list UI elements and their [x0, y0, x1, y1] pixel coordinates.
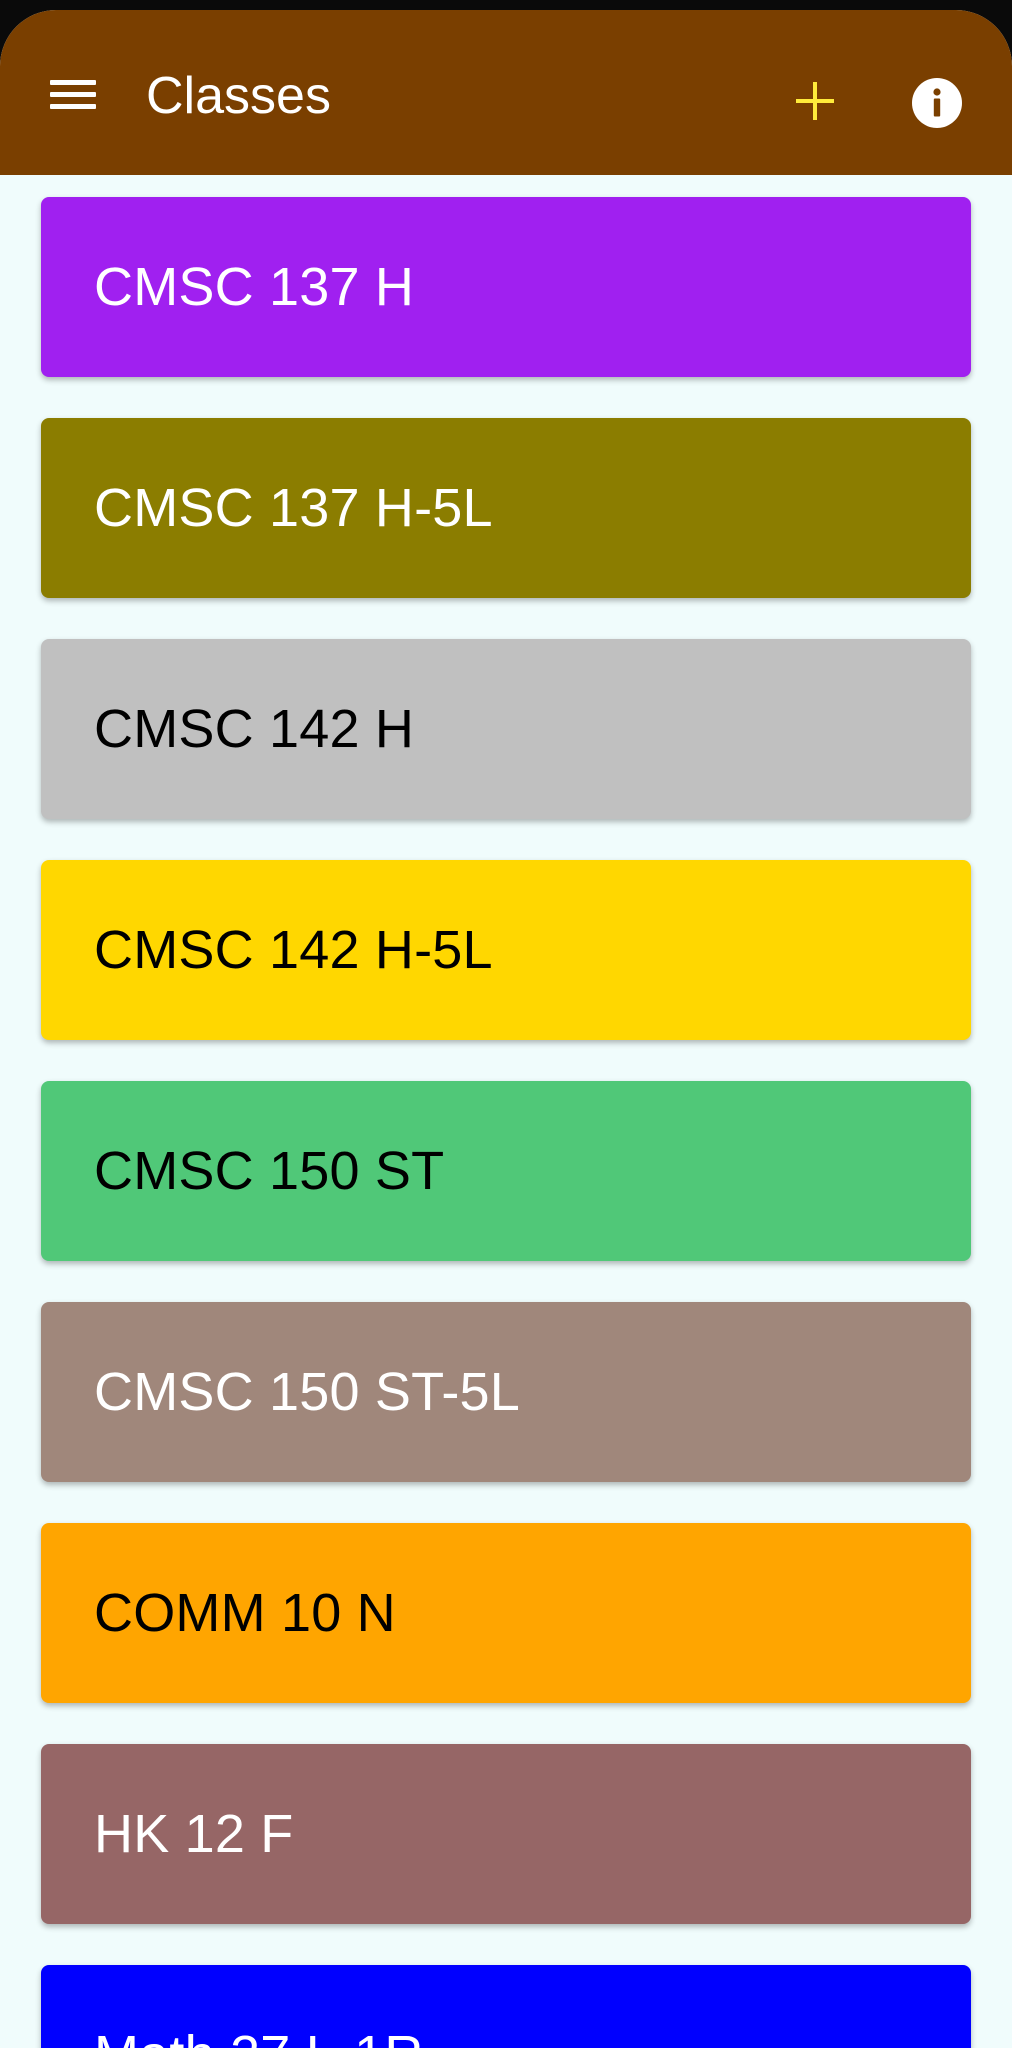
page-title: Classes [146, 67, 331, 125]
hamburger-menu-icon [50, 80, 96, 110]
menu-button[interactable] [46, 68, 100, 122]
class-card-label: CMSC 137 H [94, 257, 415, 317]
plus-icon [796, 82, 834, 120]
app-bar: Classes [0, 10, 1012, 175]
info-icon [912, 78, 962, 128]
class-card[interactable]: COMM 10 N [41, 1523, 971, 1703]
class-card[interactable]: Math 27 L-1R [41, 1965, 971, 2048]
class-card[interactable]: CMSC 142 H-5L [41, 860, 971, 1040]
class-card[interactable]: CMSC 137 H-5L [41, 418, 971, 598]
info-button[interactable] [911, 77, 963, 129]
class-card-label: CMSC 142 H [94, 699, 415, 759]
screen: Classes CMSC 137 H CMSC 137 H-5L CMSC 142 … [0, 10, 1012, 2048]
class-card-label: Math 27 L-1R [94, 2024, 424, 2048]
add-class-button[interactable] [790, 76, 840, 126]
class-card[interactable]: CMSC 150 ST-5L [41, 1302, 971, 1482]
class-card-label: CMSC 150 ST [94, 1141, 445, 1201]
class-card-label: CMSC 150 ST-5L [94, 1362, 520, 1422]
class-card[interactable]: CMSC 142 H [41, 639, 971, 819]
class-card[interactable]: CMSC 150 ST [41, 1081, 971, 1261]
class-card-label: HK 12 F [94, 1804, 294, 1864]
class-card-label: CMSC 142 H-5L [94, 920, 493, 980]
class-card[interactable]: HK 12 F [41, 1744, 971, 1924]
class-card-label: COMM 10 N [94, 1583, 396, 1643]
class-card[interactable]: CMSC 137 H [41, 197, 971, 377]
class-card-label: CMSC 137 H-5L [94, 478, 493, 538]
